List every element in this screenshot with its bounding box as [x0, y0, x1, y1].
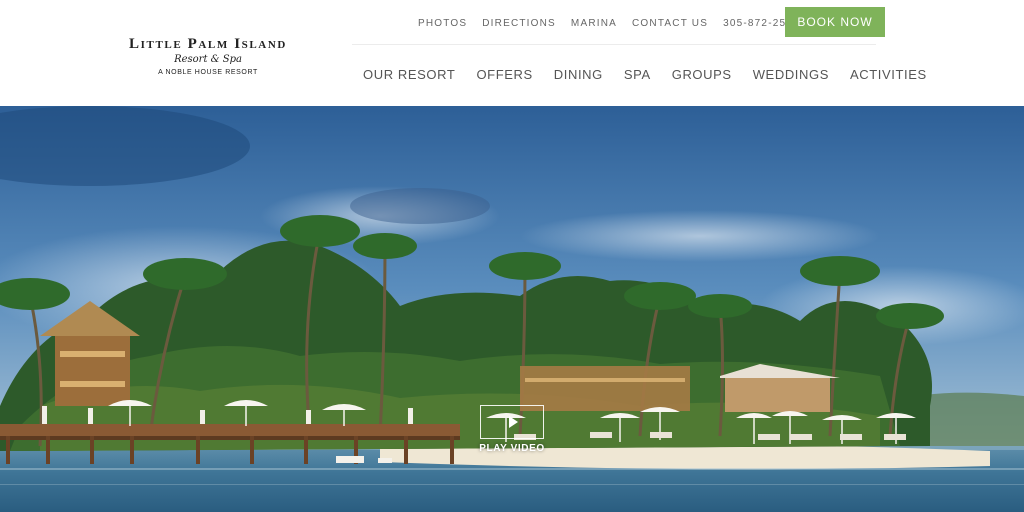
- nav-dining[interactable]: DINING: [554, 67, 603, 82]
- play-video-button[interactable]: PLAY VIDEO: [476, 405, 548, 454]
- util-link-directions[interactable]: DIRECTIONS: [482, 18, 556, 29]
- site-logo[interactable]: Little Palm Island Resort & Spa A NOBLE …: [122, 36, 294, 76]
- utility-nav: PHOTOS DIRECTIONS MARINA CONTACT US 305-…: [418, 16, 815, 30]
- site-header: Little Palm Island Resort & Spa A NOBLE …: [0, 0, 1024, 106]
- nav-spa[interactable]: SPA: [624, 67, 651, 82]
- logo-subtitle: Resort & Spa: [174, 54, 242, 65]
- nav-activities[interactable]: ACTIVITIES: [850, 67, 927, 82]
- logo-tagline: A NOBLE HOUSE RESORT: [158, 69, 258, 76]
- nav-our-resort[interactable]: OUR RESORT: [363, 67, 455, 82]
- header-divider: [352, 44, 876, 45]
- play-icon[interactable]: [480, 405, 544, 439]
- logo-name: Little Palm Island: [129, 36, 287, 52]
- util-link-contact[interactable]: CONTACT US: [632, 18, 708, 29]
- util-link-marina[interactable]: MARINA: [571, 18, 617, 29]
- nav-groups[interactable]: GROUPS: [672, 67, 732, 82]
- book-now-button[interactable]: BOOK NOW: [785, 7, 885, 37]
- hero-banner: PLAY VIDEO: [0, 106, 1024, 512]
- play-video-label: PLAY VIDEO: [479, 443, 545, 454]
- util-link-photos[interactable]: PHOTOS: [418, 18, 467, 29]
- play-triangle: [509, 416, 518, 428]
- main-nav: OUR RESORT OFFERS DINING SPA GROUPS WEDD…: [363, 67, 948, 82]
- nav-offers[interactable]: OFFERS: [476, 67, 532, 82]
- nav-weddings[interactable]: WEDDINGS: [753, 67, 829, 82]
